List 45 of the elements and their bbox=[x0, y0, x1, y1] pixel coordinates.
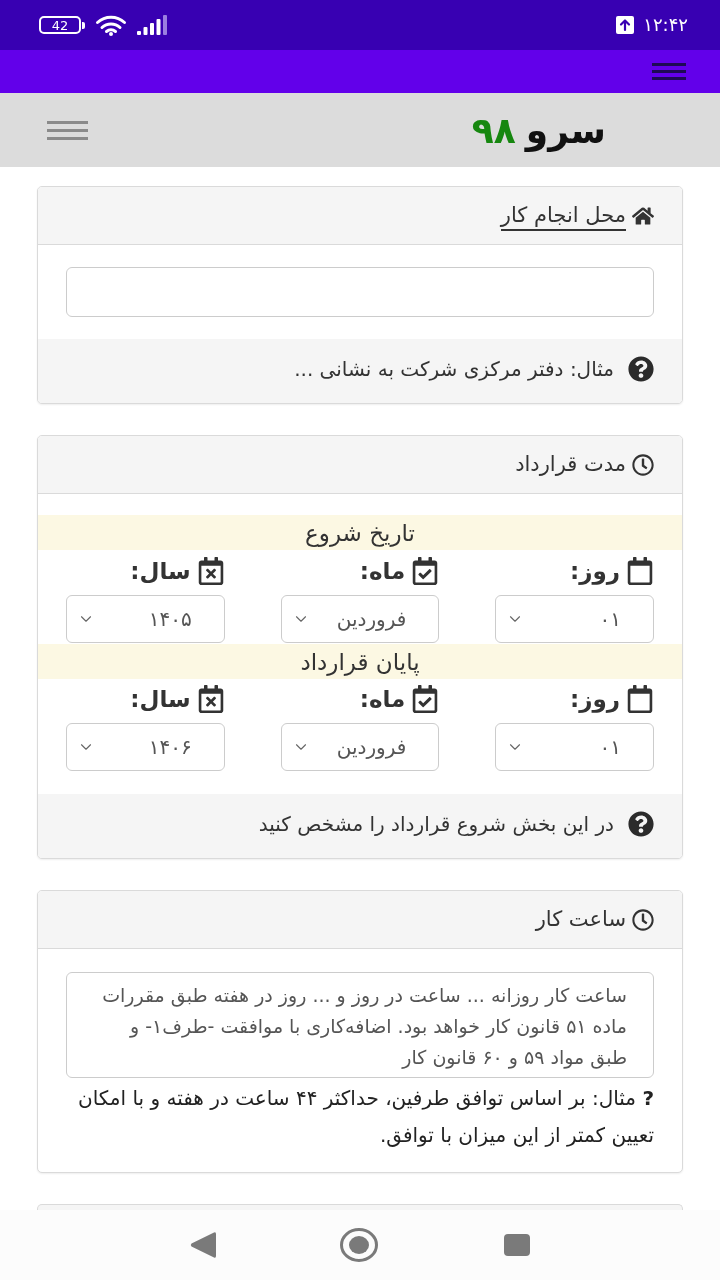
hint-text: مثال: دفتر مرکزی شرکت به نشانی ... bbox=[294, 357, 614, 381]
back-icon[interactable] bbox=[190, 1231, 216, 1259]
brand-number: ۹۸ bbox=[471, 109, 516, 151]
clock-icon bbox=[632, 908, 654, 931]
card-title: ساعت کار bbox=[535, 905, 626, 933]
hint-text: در این بخش شروع قرارداد را مشخص کنید bbox=[258, 812, 614, 836]
field-label: روز: bbox=[570, 686, 620, 712]
wifi-icon bbox=[95, 14, 127, 36]
calendar-icon bbox=[626, 556, 654, 585]
dropdown[interactable]: ۱۴۰۵ bbox=[66, 595, 225, 643]
status-time: ۱۲:۴۲ bbox=[643, 16, 688, 34]
field-label: سال: bbox=[130, 686, 191, 712]
dropdown[interactable]: ۰۱ bbox=[495, 723, 654, 771]
home-icon[interactable] bbox=[340, 1228, 378, 1262]
field-label: ماه: bbox=[359, 557, 406, 584]
menu-icon[interactable] bbox=[652, 63, 686, 80]
field-label: ماه: bbox=[359, 686, 406, 712]
recents-icon[interactable] bbox=[504, 1234, 530, 1256]
calendar-x-icon bbox=[196, 556, 225, 585]
help-icon bbox=[628, 811, 654, 837]
dropdown[interactable]: فروردین bbox=[280, 595, 440, 643]
home-icon bbox=[632, 204, 654, 227]
dropdown[interactable]: ۱۴۰۶ bbox=[66, 723, 225, 771]
signal-icon bbox=[137, 15, 169, 35]
section-heading: پایان قرارداد bbox=[300, 648, 420, 675]
card-title: مدت قرارداد bbox=[515, 450, 626, 478]
section-heading: تاریخ شروع bbox=[305, 519, 415, 546]
calendar-x-icon bbox=[196, 685, 225, 713]
dropdown[interactable]: ۰۱ bbox=[495, 595, 654, 643]
help-icon bbox=[628, 356, 654, 382]
hint-text: ? مثال: بر اساس توافق طرفین، حداکثر ۴۴ ساعت در هفته و با امکان تعیین کمتر از این میزان با توافق. bbox=[76, 1085, 654, 1149]
card-title-link[interactable]: محل انجام کار bbox=[500, 200, 626, 231]
menu-icon[interactable] bbox=[47, 120, 88, 140]
textarea-field[interactable]: ساعت کار روزانه ... ساعت در روز و ... روز در هفته طبق مقررات ماده ۵۱ قانون کار خواهد بود. اضافه‌کاری با موافقت -طرف۱- و طبق مواد ۵۹ و ۶۰ قانون کار bbox=[66, 972, 654, 1078]
calendar-check-icon bbox=[411, 685, 440, 713]
dropdown[interactable]: فروردین bbox=[280, 723, 440, 771]
clock-icon bbox=[632, 453, 654, 476]
upload-icon bbox=[616, 16, 635, 34]
text-input-field[interactable] bbox=[66, 267, 654, 317]
battery-indicator: 42 bbox=[39, 16, 85, 34]
field-label: سال: bbox=[130, 557, 191, 584]
brand-name: سرو bbox=[525, 109, 606, 151]
calendar-check-icon bbox=[411, 556, 440, 585]
calendar-icon bbox=[626, 685, 654, 713]
field-label: روز: bbox=[570, 557, 620, 584]
